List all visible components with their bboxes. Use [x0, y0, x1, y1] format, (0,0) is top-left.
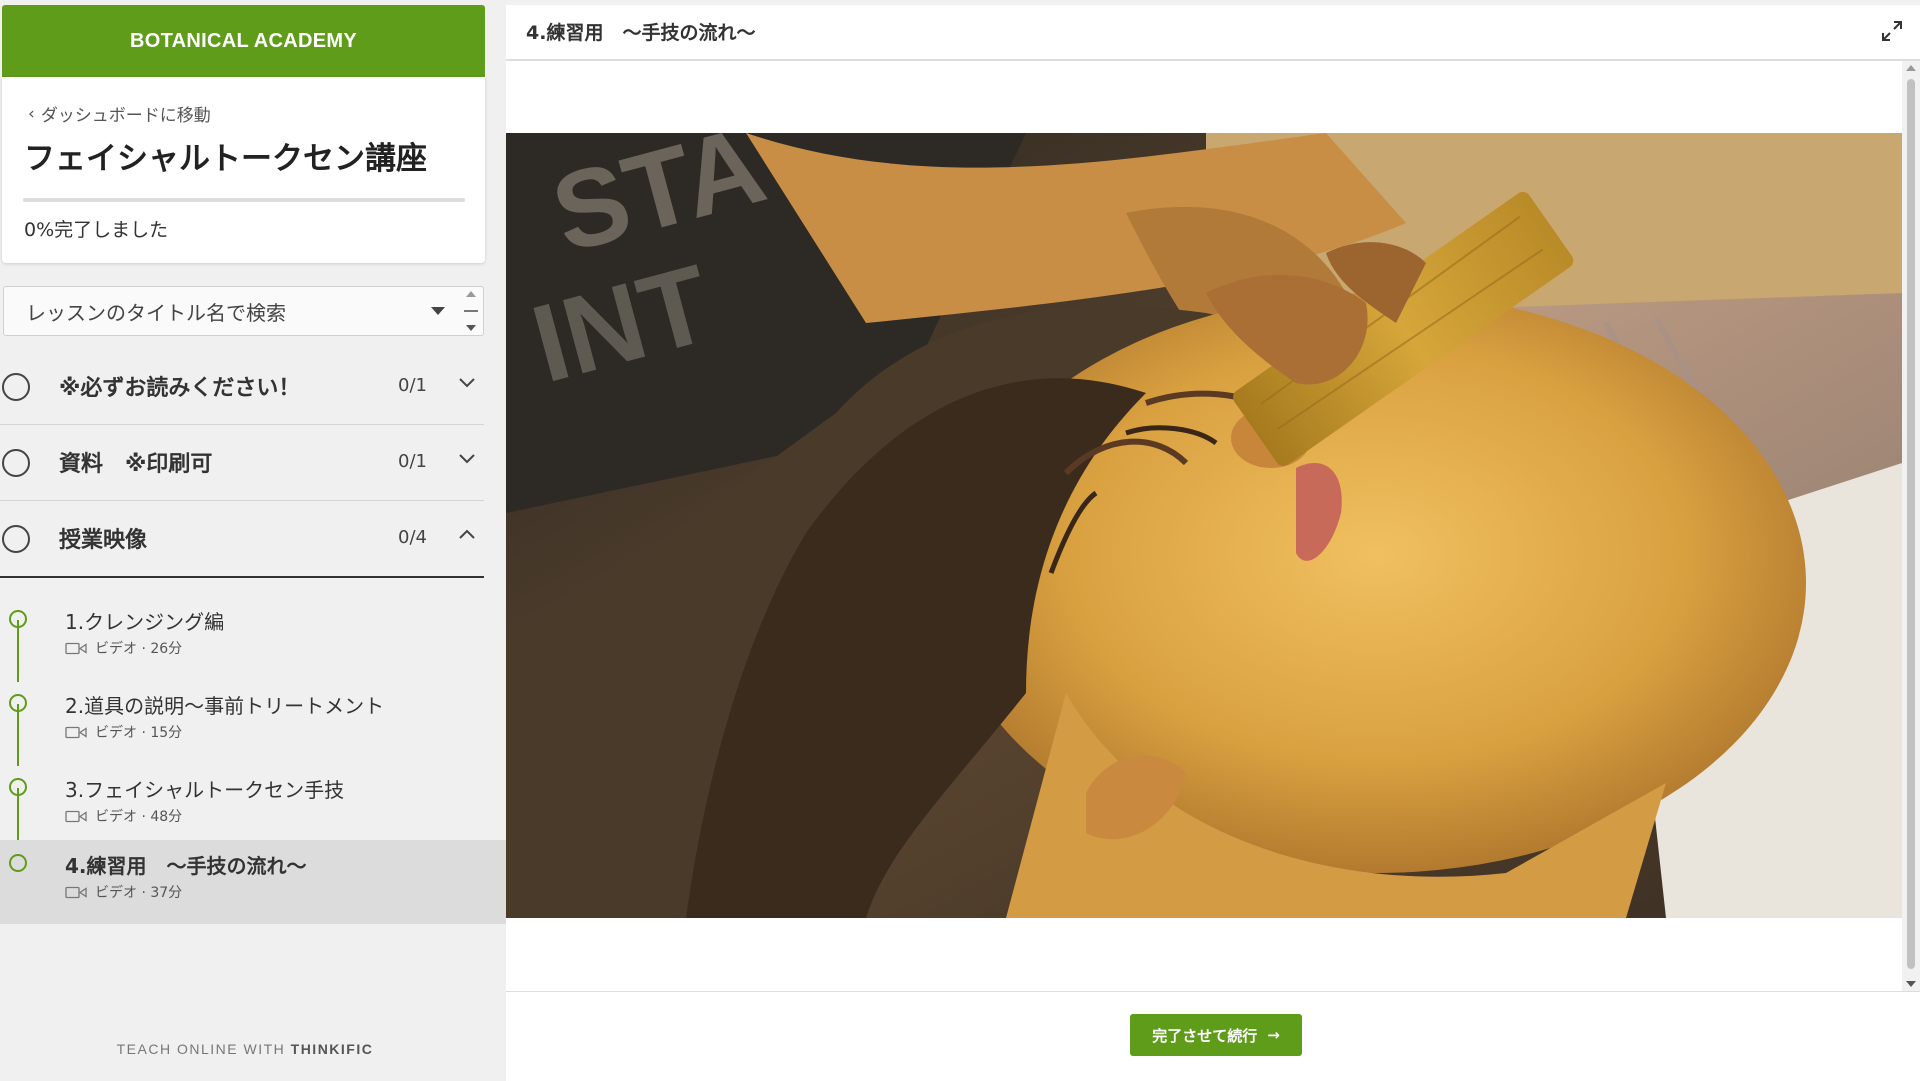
arrow-right-icon: → [1267, 1026, 1280, 1044]
footer-prefix: TEACH ONLINE WITH [116, 1041, 286, 1057]
lesson-footer-bar: 完了させて続行 → [506, 991, 1920, 1081]
lesson-item[interactable]: 3.フェイシャルトークセン手技 ビデオ · 48分 [0, 764, 506, 848]
lesson-meta-text: ビデオ · 37分 [95, 885, 183, 901]
scroll-down-icon[interactable] [1906, 981, 1916, 987]
lesson-item-active[interactable]: 4.練習用 〜手技の流れ〜 ビデオ · 37分 [0, 840, 506, 924]
lesson-status-circle-icon [9, 694, 27, 712]
chapter-count: 0/1 [398, 451, 427, 472]
course-title: フェイシャルトークセン講座 [24, 141, 427, 177]
chapter-count: 0/4 [398, 527, 427, 548]
video-player[interactable]: STA INT [506, 133, 1902, 918]
lesson-meta: ビデオ · 15分 [65, 722, 182, 742]
sidebar: BOTANICAL ACADEMY ‹ ダッシュボードに移動 フェイシャルトーク… [0, 0, 506, 1080]
progress-bar [23, 198, 465, 202]
video-frame-image: STA INT [506, 133, 1902, 918]
lesson-meta: ビデオ · 26分 [65, 638, 182, 658]
complete-button-label: 完了させて続行 [1152, 1026, 1258, 1045]
lesson-meta-text: ビデオ · 15分 [95, 725, 183, 741]
chapter-count: 0/1 [398, 375, 427, 396]
video-camera-icon [65, 642, 87, 654]
chapter-status-circle-icon [2, 449, 30, 477]
scroll-up-icon[interactable] [1906, 65, 1916, 71]
lesson-meta: ビデオ · 48分 [65, 806, 182, 826]
video-camera-icon [65, 726, 87, 738]
lesson-search-select[interactable]: レッスンのタイトル名で検索 [3, 286, 484, 336]
lesson-header-title: 4.練習用 〜手技の流れ〜 [526, 22, 756, 44]
chapter-status-circle-icon [2, 373, 30, 401]
lesson-meta-text: ビデオ · 26分 [95, 641, 183, 657]
chevron-down-icon [459, 454, 475, 464]
lesson-item[interactable]: 1.クレンジング編 ビデオ · 26分 [0, 596, 506, 680]
chapter-materials[interactable]: 資料 ※印刷可 0/1 [0, 425, 484, 501]
chapter-class-videos[interactable]: 授業映像 0/4 [0, 501, 484, 578]
search-placeholder: レッスンのタイトル名で検索 [26, 300, 286, 325]
lesson-title: 2.道具の説明〜事前トリートメント [65, 694, 385, 718]
search-scroll-arrows[interactable] [463, 291, 479, 331]
back-link-label: ダッシュボードに移動 [40, 106, 211, 126]
chapter-title: ※必ずお読みください！ [59, 376, 301, 401]
back-to-dashboard-link[interactable]: ‹ ダッシュボードに移動 [28, 101, 211, 127]
video-camera-icon [65, 886, 87, 898]
lesson-item[interactable]: 2.道具の説明〜事前トリートメント ビデオ · 15分 [0, 680, 506, 764]
lesson-title: 3.フェイシャルトークセン手技 [65, 778, 345, 802]
chapter-status-circle-icon [2, 525, 30, 553]
thinkific-footer-link[interactable]: TEACH ONLINE WITH THINKIFIC [0, 1041, 490, 1057]
lesson-meta-text: ビデオ · 48分 [95, 809, 183, 825]
lesson-header: 4.練習用 〜手技の流れ〜 [506, 5, 1920, 61]
lesson-status-circle-icon [9, 854, 27, 872]
brand-name: BOTANICAL ACADEMY [130, 29, 357, 52]
chevron-left-icon: ‹ [28, 103, 35, 124]
chevron-up-icon [459, 529, 475, 539]
chapter-title: 授業映像 [59, 528, 148, 553]
page-scrollbar[interactable] [1902, 61, 1920, 991]
lesson-status-circle-icon [9, 610, 27, 628]
brand-header: BOTANICAL ACADEMY [2, 5, 485, 77]
lesson-title: 1.クレンジング編 [65, 610, 225, 634]
caret-down-icon [431, 307, 445, 315]
main-content: 4.練習用 〜手技の流れ〜 STA INT 完了させて続行 → [506, 5, 1920, 1081]
video-area: STA INT [506, 61, 1902, 991]
course-card: ‹ ダッシュボードに移動 フェイシャルトークセン講座 0%完了しました [2, 77, 485, 263]
complete-and-continue-button[interactable]: 完了させて続行 → [1130, 1014, 1302, 1056]
chapter-must-read[interactable]: ※必ずお読みください！ 0/1 [0, 349, 484, 425]
fullscreen-expand-icon[interactable] [1880, 19, 1904, 43]
lesson-title: 4.練習用 〜手技の流れ〜 [65, 854, 307, 878]
scrollbar-thumb[interactable] [1907, 79, 1915, 969]
chevron-down-icon [459, 378, 475, 388]
video-camera-icon [65, 810, 87, 822]
progress-text: 0%完了しました [24, 219, 169, 241]
chapter-title: 資料 ※印刷可 [59, 452, 213, 477]
lesson-meta: ビデオ · 37分 [65, 882, 182, 902]
footer-brand: THINKIFIC [290, 1041, 374, 1057]
lesson-status-circle-icon [9, 778, 27, 796]
